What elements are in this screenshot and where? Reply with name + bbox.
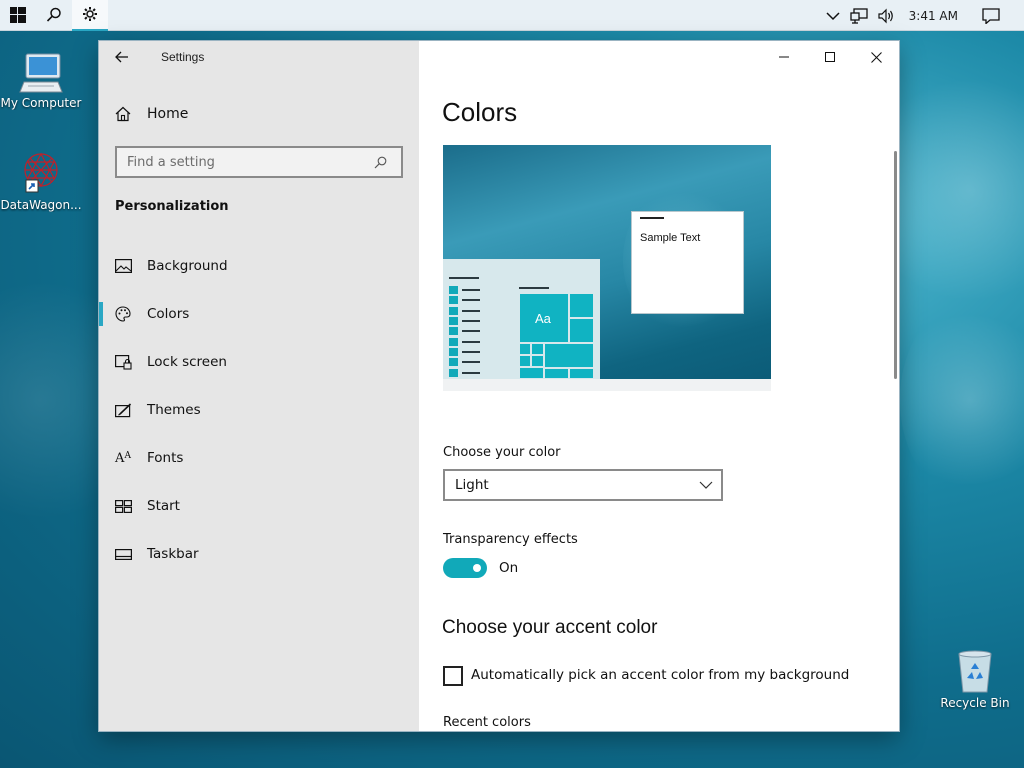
- recent-colors-label: Recent colors: [443, 715, 531, 730]
- sidebar-item-lock-screen[interactable]: Lock screen: [99, 338, 419, 386]
- preview-start-menu: Aa: [443, 259, 600, 379]
- window-title: Settings: [161, 50, 205, 64]
- system-tray: 3:41 AM: [821, 0, 1024, 31]
- search-input[interactable]: [117, 148, 367, 176]
- preview-line: [519, 287, 549, 289]
- sidebar-item-taskbar[interactable]: Taskbar: [99, 530, 419, 578]
- gear-icon: [83, 7, 97, 21]
- chevron-up-icon: [826, 11, 840, 20]
- desktop-icon-label: My Computer: [0, 96, 82, 110]
- sidebar-item-themes[interactable]: Themes: [99, 386, 419, 434]
- search-box: [115, 146, 403, 178]
- volume-button[interactable]: [873, 0, 901, 31]
- toggle-knob: [473, 564, 481, 572]
- back-button[interactable]: [99, 41, 145, 73]
- scrollbar[interactable]: [894, 151, 897, 379]
- sidebar-item-label: Background: [147, 258, 228, 274]
- themes-icon: [99, 402, 147, 418]
- transparency-toggle[interactable]: [443, 558, 487, 578]
- sidebar-nav: Background Colors Lock screen Themes A A…: [99, 242, 419, 578]
- sidebar-item-label: Taskbar: [147, 546, 199, 562]
- network-icon: [850, 7, 868, 24]
- sidebar-item-label: Home: [147, 106, 189, 122]
- settings-window: Settings Home Personalization: [99, 41, 899, 731]
- theme-preview: Aa Sample Text: [443, 145, 771, 391]
- sidebar: Settings Home Personalization: [99, 41, 419, 731]
- wallpaper-highlight: [880, 60, 1024, 320]
- preview-taskbar: [443, 379, 771, 391]
- maximize-button[interactable]: [807, 41, 853, 73]
- sidebar-item-background[interactable]: Background: [99, 242, 419, 290]
- network-button[interactable]: [845, 0, 873, 31]
- windows-logo-icon: [10, 7, 26, 23]
- minimize-button[interactable]: [761, 41, 807, 73]
- search-icon: [46, 7, 61, 22]
- show-hidden-icons-button[interactable]: [821, 0, 845, 31]
- section-title: Personalization: [115, 199, 229, 214]
- sidebar-item-label: Themes: [147, 402, 201, 418]
- auto-accent-checkbox[interactable]: [443, 666, 463, 686]
- maximize-icon: [825, 52, 835, 62]
- taskbar: 3:41 AM: [0, 0, 1024, 31]
- dropdown-value: Light: [455, 477, 489, 493]
- sidebar-item-label: Lock screen: [147, 354, 227, 370]
- search-icon[interactable]: [367, 156, 393, 169]
- picture-icon: [99, 259, 147, 273]
- settings-taskbar-button[interactable]: [72, 0, 108, 31]
- desktop-icon-recycle-bin[interactable]: Recycle Bin: [934, 640, 1016, 710]
- preview-window: Sample Text: [631, 211, 744, 314]
- sidebar-item-label: Start: [147, 498, 180, 514]
- auto-accent-label[interactable]: Automatically pick an accent color from …: [471, 667, 849, 683]
- taskbar-icon: [99, 548, 147, 560]
- wallpaper-highlight: [900, 300, 1024, 500]
- preview-app-list: [449, 285, 480, 378]
- title-bar[interactable]: Settings: [99, 41, 419, 73]
- palette-icon: [99, 306, 147, 322]
- computer-icon: [19, 53, 63, 93]
- close-button[interactable]: [853, 41, 899, 73]
- sidebar-item-start[interactable]: Start: [99, 482, 419, 530]
- page-title: Colors: [442, 97, 518, 127]
- window-controls: [761, 41, 899, 73]
- search-button[interactable]: [36, 0, 72, 31]
- desktop-icon-label: Recycle Bin: [940, 696, 1010, 710]
- preview-tiles: Aa: [519, 293, 594, 379]
- accent-color-title: Choose your accent color: [442, 617, 658, 638]
- desktop-icon-label: DataWagon...: [0, 198, 82, 212]
- close-icon: [870, 51, 882, 63]
- sidebar-item-label: Colors: [147, 306, 190, 322]
- home-icon: [99, 106, 147, 122]
- fonts-icon: AA: [115, 450, 131, 466]
- chevron-down-icon: [699, 481, 713, 489]
- sidebar-item-label: Fonts: [147, 450, 184, 466]
- arrow-left-icon: [115, 51, 128, 63]
- choose-color-dropdown[interactable]: Light: [443, 469, 723, 501]
- sidebar-item-colors[interactable]: Colors: [99, 290, 419, 338]
- sidebar-item-fonts[interactable]: AA Fonts: [99, 434, 419, 482]
- datawagon-icon: [24, 152, 58, 193]
- transparency-label: Transparency effects: [443, 532, 578, 547]
- start-button[interactable]: [0, 0, 36, 31]
- main-content: Colors Aa Sample Text Choose your color …: [419, 41, 899, 731]
- desktop-icon-datawagon[interactable]: DataWagon...: [0, 142, 82, 212]
- clock[interactable]: 3:41 AM: [901, 0, 976, 31]
- start-icon: [99, 499, 147, 513]
- desktop-icon-my-computer[interactable]: My Computer: [0, 40, 82, 110]
- recycle-bin-icon: [958, 650, 992, 693]
- sidebar-item-home[interactable]: Home: [99, 99, 419, 129]
- volume-icon: [878, 8, 893, 23]
- choose-color-label: Choose your color: [443, 445, 561, 460]
- preview-sample-text: Sample Text: [640, 232, 701, 244]
- lock-screen-icon: [99, 354, 147, 370]
- toggle-state-label: On: [499, 560, 519, 576]
- preview-line: [449, 277, 479, 279]
- action-center-button[interactable]: [976, 0, 1024, 31]
- minimize-icon: [779, 56, 789, 58]
- notification-icon: [982, 7, 1000, 24]
- preview-tile-label: Aa: [535, 311, 551, 326]
